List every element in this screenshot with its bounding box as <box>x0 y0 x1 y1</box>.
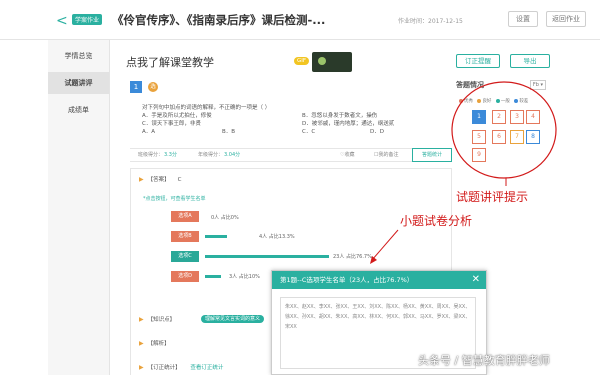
status-legend: 优秀 良好 一般 较差 <box>456 98 528 104</box>
score-stats-bar: 班级得分： 3.3分 年级得分： 3.04分 ♡ 收藏 ☐ 我的备注 答题统计 <box>130 148 452 162</box>
assignment-type-tag: 学案作业 <box>72 14 103 25</box>
option-c-button[interactable]: 选项C <box>171 251 199 262</box>
question-stem: 对下列句中加点的词语的解释，不正确的一项是（ ） <box>142 105 271 111</box>
page-title: 《伶官传序》、《指南录后序》课后检测-... <box>112 13 326 27</box>
option-right-1: B．忽悠以身发于数者文，操伤 <box>302 113 378 119</box>
option-c-bar <box>205 255 329 258</box>
answer-stats-tab[interactable]: 答题统计 <box>412 148 452 162</box>
close-icon[interactable]: ✕ <box>472 271 480 289</box>
export-button[interactable]: 导出 <box>510 54 550 68</box>
option-left-4: B．B <box>222 129 236 135</box>
sidebar-item-scores[interactable]: 成绩单 <box>48 99 109 121</box>
question-grid-item[interactable]: 9 <box>472 148 486 162</box>
option-right-4: D．D <box>370 129 384 135</box>
question-grid-item[interactable]: 4 <box>526 110 540 124</box>
option-d-stat: 3人 占比10% <box>229 274 260 280</box>
sidebar-item-review[interactable]: 试题讲评 <box>48 72 109 94</box>
legend-dot-icon <box>459 98 463 103</box>
option-d-button[interactable]: 选项D <box>171 271 199 282</box>
legend-dot-icon <box>514 98 519 103</box>
collect-button[interactable]: ♡ 收藏 <box>340 149 355 161</box>
question-grid-item[interactable]: 5 <box>472 130 486 144</box>
question-grid-item[interactable]: 3 <box>510 110 524 124</box>
top-bar: < 学案作业 《伶官传序》、《指南录后序》课后检测-... 作业时间：2017-… <box>0 0 600 40</box>
student-list-hint: *点击按钮，可查看学生名单 <box>143 196 206 202</box>
question-number: 1 <box>130 81 142 93</box>
expand-arrow-icon[interactable]: ▶ <box>139 316 144 323</box>
question-grid-item[interactable]: 2 <box>492 110 506 124</box>
option-right-2: D．被邻戚，瑾内地厚；通达，纲送贰 <box>302 121 395 127</box>
question-grid-item[interactable]: 7 <box>510 130 524 144</box>
option-left-2: C．误天下事王郎，非贤 <box>142 121 201 127</box>
grade-score: 3.04分 <box>224 152 241 158</box>
option-left-1: A．手是及所以尤拍仕，修俊 <box>142 113 212 119</box>
analysis-row: ▶ 【解析】 <box>139 340 170 347</box>
class-score: 3.3分 <box>164 152 177 158</box>
option-b-stat: 4人 占比13.3% <box>259 234 295 240</box>
mark-reminder-button[interactable]: 订正提醒 <box>456 54 500 68</box>
sidebar-item-overview[interactable]: 学情总览 <box>48 45 109 67</box>
back-arrow-icon[interactable]: < <box>56 13 68 29</box>
question-type-badge: 选 <box>148 82 158 92</box>
filter-select[interactable]: Fb ▾ <box>530 80 546 90</box>
dialog-title: 第1题--C选项学生名单（23人，占比76.7%） <box>272 271 486 289</box>
knowledge-tag[interactable]: 理解常见文言实词的意义 <box>201 315 265 323</box>
answer-row: ▶ 【答案】 C <box>139 176 182 183</box>
option-b-bar <box>205 235 227 238</box>
option-c-stat: 23人 占比76.7% <box>333 254 372 260</box>
note-button[interactable]: ☐ 我的备注 <box>374 149 399 161</box>
option-right-3: C．C <box>302 129 316 135</box>
option-d-bar <box>205 275 221 278</box>
assignment-time: 作业时间：2017-12-15 <box>398 18 463 25</box>
class-score-label: 班级得分： <box>138 152 164 158</box>
option-a-stat: 0人 占比0% <box>211 215 239 221</box>
expand-arrow-icon[interactable]: ▶ <box>139 176 144 183</box>
option-left-3: A．A <box>142 129 156 135</box>
sidebar: 学情总览 试题讲评 成绩单 <box>48 40 110 375</box>
annotation-review-hint: 试题讲评提示 <box>456 190 529 204</box>
error-stats-row: ▶ 【订正统计】 查看订正统计 <box>139 364 224 371</box>
return-button[interactable]: 返回作业 <box>546 11 586 27</box>
expand-arrow-icon[interactable]: ▶ <box>139 340 144 347</box>
option-b-button[interactable]: 选项B <box>171 231 199 242</box>
settings-button[interactable]: 设置 <box>508 11 538 27</box>
legend-dot-icon <box>495 98 500 103</box>
question-grid-item[interactable]: 1 <box>472 110 486 124</box>
expand-arrow-icon[interactable]: ▶ <box>139 364 144 371</box>
option-a-button[interactable]: 选项A <box>171 211 199 222</box>
gif-badge: GIF <box>294 57 310 65</box>
answer-status-title: 答题情况 <box>456 81 484 89</box>
knowledge-row: ▶ 【知识点】 <box>139 316 176 323</box>
class-intro-link[interactable]: 点我了解课堂教学 <box>126 54 214 70</box>
error-stats-link[interactable]: 查看订正统计 <box>190 365 223 371</box>
legend-dot-icon <box>477 98 482 103</box>
grade-score-label: 年级得分： <box>198 152 224 158</box>
video-thumbnail[interactable] <box>312 52 352 72</box>
annotation-analysis-hint: 小题试卷分析 <box>400 214 473 228</box>
question-grid-item[interactable]: 8 <box>526 130 540 144</box>
question-grid-item[interactable]: 6 <box>492 130 506 144</box>
watermark: 头条号 / 智慧教育胖胖老师 <box>418 354 550 367</box>
